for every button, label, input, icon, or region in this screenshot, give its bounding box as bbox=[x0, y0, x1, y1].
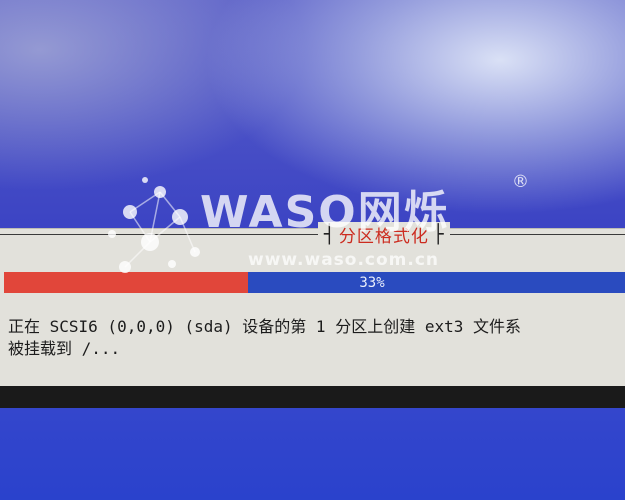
title-right-bracket: ├ bbox=[432, 223, 444, 245]
status-line-2: 被挂载到 /... bbox=[8, 339, 121, 358]
dialog-title-rule bbox=[0, 234, 625, 235]
progress-bar: 33% bbox=[4, 272, 625, 293]
watermark-registered-mark: ® bbox=[512, 172, 529, 192]
dialog-title: 分区格式化 bbox=[338, 226, 429, 247]
progress-percent-label: 33% bbox=[359, 274, 385, 291]
title-left-bracket: ┤ bbox=[324, 223, 335, 245]
desktop-background bbox=[0, 408, 625, 500]
installer-screen: ┤ 分区格式化 ├ 33% 正在 SCSI6 (0,0,0) (sda) 设备的… bbox=[0, 0, 625, 500]
status-message: 正在 SCSI6 (0,0,0) (sda) 设备的第 1 分区上创建 ext3… bbox=[8, 316, 625, 360]
dialog-title-bar: ┤ 分区格式化 ├ bbox=[318, 222, 450, 247]
dialog-shadow bbox=[0, 386, 625, 408]
status-line-1: 正在 SCSI6 (0,0,0) (sda) 设备的第 1 分区上创建 ext3… bbox=[8, 317, 521, 336]
